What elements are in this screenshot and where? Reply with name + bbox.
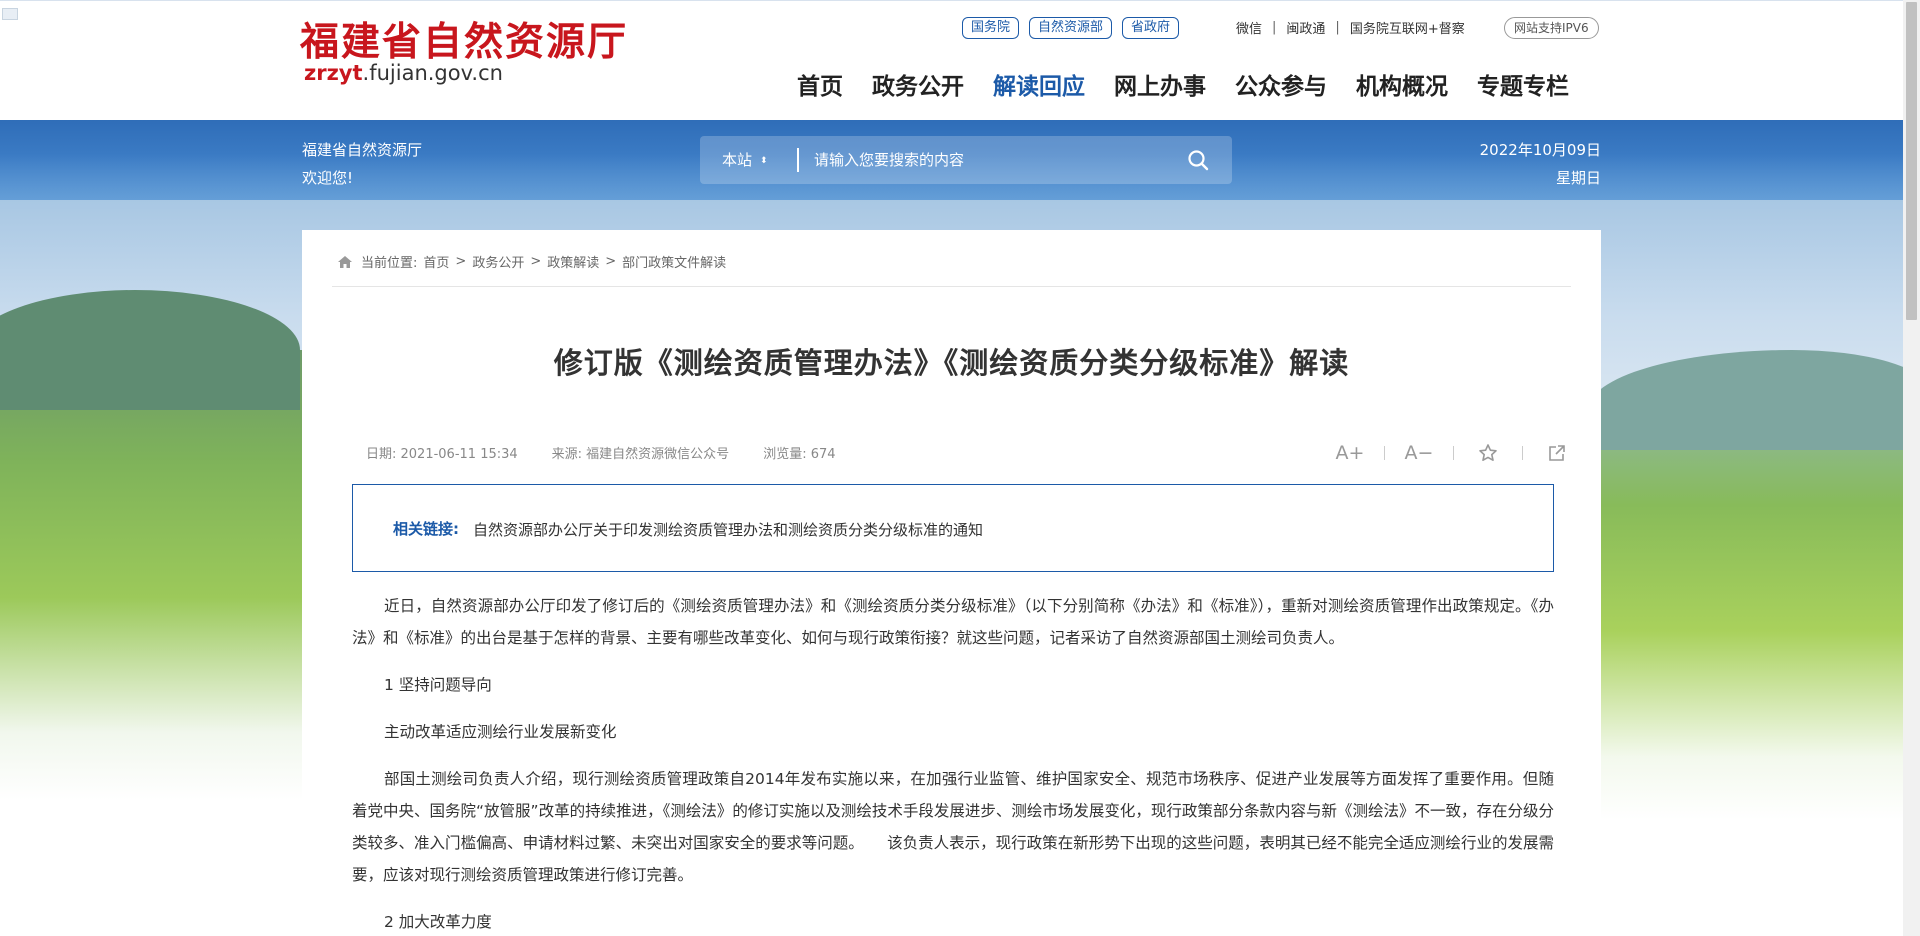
article-body: 近日，自然资源部办公厅印发了修订后的《测绘资质管理办法》和《测绘资质分类分级标准…	[352, 590, 1554, 936]
related-link[interactable]: 自然资源部办公厅关于印发测绘资质管理办法和测绘资质分类分级标准的通知	[473, 519, 983, 540]
nav-home[interactable]: 首页	[797, 67, 843, 101]
page-corner-widget[interactable]	[2, 8, 18, 20]
wechat-link[interactable]: 微信	[1236, 18, 1262, 37]
related-links-label: 相关链接:	[393, 520, 459, 538]
favorite-button[interactable]	[1468, 443, 1508, 463]
main-nav: 首页 政务公开 解读回应 网上办事 公众参与 机构概况 专题专栏	[797, 67, 1569, 101]
article-meta: 日期: 2021-06-11 15:34 来源: 福建自然资源微信公众号 浏览量…	[366, 443, 836, 462]
nav-gov-affairs[interactable]: 政务公开	[872, 67, 964, 101]
nav-participation[interactable]: 公众参与	[1235, 67, 1327, 101]
scenery-left-hill	[0, 290, 300, 410]
scrollbar-thumb[interactable]	[1906, 2, 1917, 320]
divider: |	[1272, 20, 1277, 35]
search-banner: 福建省自然资源厅 欢迎您! 本站 ⬍ 2022年10月09日 星期日	[0, 120, 1903, 200]
tool-divider	[1453, 446, 1454, 460]
scenery-right-fields	[1588, 350, 1903, 820]
breadcrumb: 当前位置: 首页 > 政务公开 > 政策解读 > 部门政策文件解读	[337, 252, 726, 271]
breadcrumb-separator: >	[605, 254, 617, 269]
divider: |	[1335, 20, 1340, 35]
nav-interpretation[interactable]: 解读回应	[993, 67, 1085, 101]
site-logo-title[interactable]: 福建省自然资源厅	[300, 11, 628, 67]
article-source: 来源: 福建自然资源微信公众号	[551, 447, 730, 462]
breadcrumb-divider	[332, 286, 1571, 287]
gov-link-state-council[interactable]: 国务院	[962, 17, 1020, 39]
date-display: 2022年10月09日 星期日	[1480, 136, 1601, 192]
nav-online-services[interactable]: 网上办事	[1114, 67, 1206, 101]
search-scope-select[interactable]: 本站 ⬍	[722, 149, 768, 170]
gov-links: 国务院 自然资源部 省政府	[962, 17, 1180, 39]
minzhengtong-link[interactable]: 闽政通	[1286, 18, 1325, 37]
publish-date: 日期: 2021-06-11 15:34	[366, 447, 518, 462]
related-links-box: 相关链接: 自然资源部办公厅关于印发测绘资质管理办法和测绘资质分类分级标准的通知	[352, 484, 1554, 572]
star-icon	[1479, 444, 1497, 461]
search-scope-label: 本站	[722, 151, 753, 169]
welcome-line-greeting: 欢迎您!	[302, 169, 354, 187]
sort-arrows-icon: ⬍	[760, 156, 768, 166]
home-icon	[338, 255, 352, 268]
current-weekday: 星期日	[1555, 169, 1601, 187]
tool-divider	[1522, 446, 1523, 460]
article-paragraph: 近日，自然资源部办公厅印发了修订后的《测绘资质管理办法》和《测绘资质分类分级标准…	[352, 597, 1554, 647]
tool-divider	[1384, 446, 1385, 460]
welcome-text: 福建省自然资源厅 欢迎您!	[302, 136, 422, 192]
inspection-link[interactable]: 国务院互联网+督察	[1350, 18, 1465, 37]
scenery-right-hill	[1588, 350, 1903, 450]
search-divider	[797, 148, 799, 172]
domain-prefix: zrzyt	[304, 61, 363, 85]
search-box: 本站 ⬍	[700, 136, 1232, 184]
search-input[interactable]	[814, 146, 1154, 174]
current-date: 2022年10月09日	[1479, 141, 1601, 159]
breadcrumb-label: 当前位置:	[361, 256, 418, 271]
breadcrumb-policy-interpretation[interactable]: 政策解读	[547, 252, 599, 271]
welcome-line-org: 福建省自然资源厅	[302, 141, 423, 159]
site-logo-domain[interactable]: zrzyt.fujian.gov.cn	[304, 61, 503, 85]
view-count: 浏览量: 674	[763, 447, 836, 462]
gov-link-mnr[interactable]: 自然资源部	[1029, 17, 1113, 39]
nav-topics[interactable]: 专题专栏	[1477, 67, 1569, 101]
font-increase-button[interactable]: A+	[1330, 442, 1370, 464]
article-subheading: 主动改革适应测绘行业发展新变化	[384, 723, 617, 741]
article-section-heading: 1 坚持问题导向	[384, 676, 492, 694]
scenery-left-fields	[0, 290, 320, 800]
breadcrumb-gov-affairs[interactable]: 政务公开	[472, 252, 524, 271]
breadcrumb-separator: >	[530, 254, 542, 269]
search-icon[interactable]	[1186, 148, 1210, 172]
gov-link-province[interactable]: 省政府	[1122, 17, 1180, 39]
domain-suffix: .fujian.gov.cn	[362, 61, 503, 85]
article-title: 修订版《测绘资质管理办法》《测绘资质分类分级标准》解读	[553, 346, 1350, 380]
article-card: 当前位置: 首页 > 政务公开 > 政策解读 > 部门政策文件解读 修订版《测绘…	[302, 230, 1601, 936]
share-icon	[1549, 445, 1565, 461]
nav-organization[interactable]: 机构概况	[1356, 67, 1448, 101]
site-header: 福建省自然资源厅 zrzyt.fujian.gov.cn 国务院 自然资源部 省…	[0, 0, 1903, 120]
article-section-heading: 2 加大改革力度	[384, 913, 492, 931]
breadcrumb-dept-policy[interactable]: 部门政策文件解读	[622, 252, 726, 271]
article-paragraph: 部国土测绘司负责人介绍，现行测绘资质管理政策自2014年发布实施以来，在加强行业…	[352, 770, 1554, 884]
breadcrumb-home[interactable]: 首页	[423, 252, 449, 271]
breadcrumb-separator: >	[455, 254, 467, 269]
font-decrease-button[interactable]: A−	[1399, 442, 1439, 464]
share-button[interactable]	[1537, 443, 1577, 463]
page-scrollbar[interactable]	[1903, 0, 1920, 936]
ipv6-badge: 网站支持IPV6	[1504, 17, 1599, 39]
service-links: 微信 | 闽政通 | 国务院互联网+督察	[1236, 18, 1465, 37]
article-tools: A+ A−	[1330, 442, 1577, 464]
